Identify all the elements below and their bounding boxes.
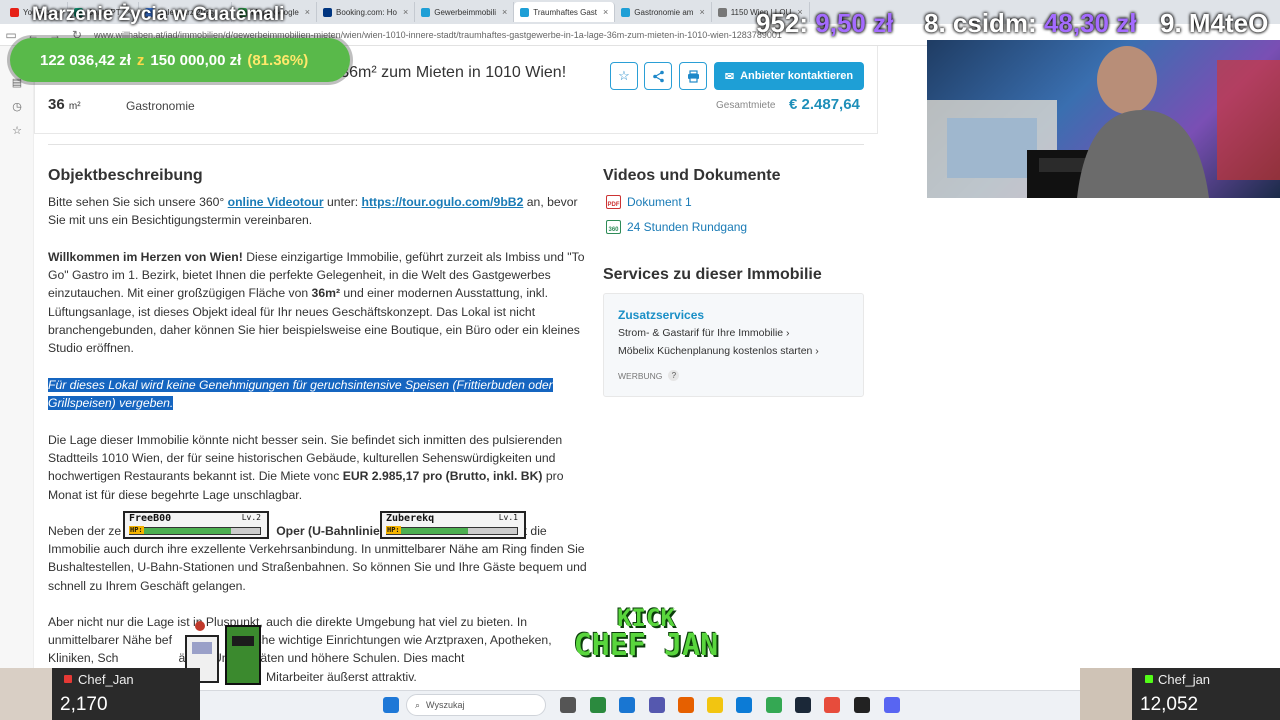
- search-icon: ⌕: [415, 699, 421, 710]
- browser-tab[interactable]: Gewerbeimmobili ×: [415, 2, 515, 22]
- favorite-button[interactable]: ☆: [610, 62, 638, 90]
- firefox-icon[interactable]: [678, 697, 694, 713]
- browser-tab-active[interactable]: Traumhaftes Gast ×: [514, 2, 616, 22]
- youtube-icon: [10, 7, 19, 17]
- stream-title-overlay: Marzenie Życia w Guatemali: [32, 4, 285, 25]
- share-icon: [652, 70, 664, 82]
- player-hp-card: FreeB00 Lv.2 HP:: [123, 511, 269, 539]
- share-button[interactable]: [644, 62, 672, 90]
- live-icon: [64, 675, 72, 683]
- contact-provider-button[interactable]: ✉ Anbieter kontaktieren: [714, 62, 864, 90]
- kick-chef-jan-logo: KICK CHEF JAN: [573, 604, 719, 663]
- history-icon[interactable]: ◷: [0, 94, 34, 118]
- services-heading: Services zu dieser Immobilie: [603, 266, 822, 283]
- browser-tab[interactable]: Gastronomie am ×: [615, 2, 712, 22]
- close-icon[interactable]: ×: [502, 7, 507, 17]
- discord-icon[interactable]: [884, 697, 900, 713]
- videos-documents-heading: Videos und Dokumente: [603, 167, 781, 184]
- description-paragraph: Willkommen im Herzen von Wien! Diese ein…: [48, 250, 585, 356]
- teams-icon[interactable]: [649, 697, 665, 713]
- webcam-image: [927, 46, 1280, 198]
- sidebar-toggle-icon[interactable]: ▭: [0, 28, 22, 42]
- print-button[interactable]: [679, 62, 707, 90]
- edge-icon[interactable]: [736, 697, 752, 713]
- pdf-icon: PDF: [606, 195, 621, 209]
- close-icon[interactable]: ×: [603, 7, 608, 17]
- star-icon: ☆: [618, 68, 630, 83]
- service-link-energy[interactable]: Strom- & Gastarif für Ihre Immobilie ›: [618, 327, 790, 339]
- hp-bar: [129, 527, 261, 535]
- obs-icon[interactable]: [824, 697, 840, 713]
- services-box: Zusatzservices Strom- & Gastarif für Ihr…: [603, 293, 864, 397]
- video-tour-link[interactable]: online Videotour: [228, 195, 324, 209]
- windows-start-icon[interactable]: [383, 697, 399, 713]
- browser-sidebar: ▢ ▤ ◷ ☆: [0, 46, 34, 670]
- tour-link[interactable]: 360 24 Stunden Rundgang: [606, 220, 747, 234]
- site-icon: [717, 7, 727, 17]
- print-icon: [687, 69, 699, 83]
- webcam-feed: [927, 40, 1280, 198]
- player-hp-card: Zuberekq Lv.1 HP:: [380, 511, 526, 539]
- favorites-star-icon[interactable]: ☆: [0, 118, 34, 142]
- willhaben-icon: [621, 7, 631, 17]
- close-icon[interactable]: ×: [403, 7, 408, 17]
- avatar: [1080, 668, 1132, 720]
- willhaben-icon: [520, 7, 530, 17]
- description-paragraph: Die Lage dieser Immobilie könnte nicht b…: [48, 433, 564, 502]
- section-divider: [48, 144, 864, 145]
- file-explorer-icon[interactable]: [707, 697, 723, 713]
- willhaben-icon: [421, 7, 431, 17]
- taskbar-search[interactable]: ⌕ Wyszukaj: [406, 694, 546, 716]
- donation-goal-bar: 122 036,42 zł z 150 000,00 zł (81.36%): [10, 38, 350, 82]
- description-heading: Objektbeschreibung: [48, 167, 203, 184]
- avatar: [0, 668, 52, 720]
- chevron-right-icon: ›: [786, 327, 790, 339]
- chevron-right-icon: ›: [815, 345, 819, 357]
- app-icon[interactable]: [619, 697, 635, 713]
- document-link[interactable]: PDF Dokument 1: [606, 195, 692, 209]
- selected-text-paragraph: Für dieses Lokal wird keine Genehmigunge…: [48, 378, 553, 411]
- close-icon[interactable]: ×: [699, 7, 704, 17]
- task-view-icon[interactable]: [560, 697, 576, 713]
- xbox-icon[interactable]: [590, 697, 606, 713]
- hp-fill: [130, 528, 232, 534]
- mail-icon: ✉: [724, 70, 735, 83]
- kick-icon: [1145, 675, 1153, 683]
- donor-rank: 952: 9,50 zł: [756, 8, 894, 38]
- browser-tab[interactable]: Booking.com: Ho ×: [317, 2, 416, 22]
- donor-rank: 9. M4teO: [1160, 8, 1269, 38]
- category-label: Gastronomie: [126, 99, 195, 113]
- help-icon[interactable]: ?: [668, 370, 680, 381]
- tour-url-link[interactable]: https://tour.ogulo.com/9bB2: [362, 195, 524, 209]
- close-icon[interactable]: ×: [305, 7, 310, 17]
- description-paragraph: Bitte sehen Sie sich unsere 360° online …: [48, 195, 578, 228]
- booking-icon: [323, 7, 333, 17]
- rent-value: € 2.487,64: [789, 96, 860, 113]
- area-value: 36 m²: [48, 96, 81, 113]
- ad-label: WERBUNG?: [618, 370, 680, 381]
- extra-services-title: Zusatzservices: [618, 308, 705, 322]
- app-icon[interactable]: [854, 697, 870, 713]
- service-link-kitchen[interactable]: Möbelix Küchenplanung kostenlos starten …: [618, 345, 819, 357]
- steam-icon[interactable]: [795, 697, 811, 713]
- chrome-icon[interactable]: [766, 697, 782, 713]
- rent-label: Gesamtmiete: [716, 100, 776, 111]
- hp-bar: [386, 527, 518, 535]
- video-file-icon: 360: [606, 220, 621, 234]
- donor-rank: 8. csidm: 48,30 zł: [924, 8, 1137, 38]
